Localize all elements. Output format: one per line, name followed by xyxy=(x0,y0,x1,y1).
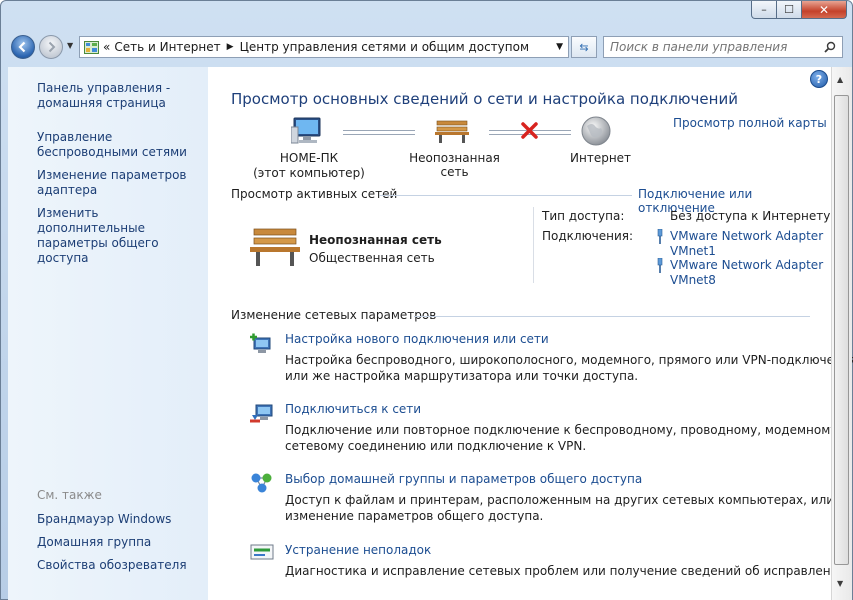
breadcrumb-network-internet[interactable]: Сеть и Интернет xyxy=(114,40,220,54)
connect-network-icon xyxy=(250,404,273,423)
help-icon: ? xyxy=(815,72,823,86)
vertical-divider xyxy=(533,207,534,283)
see-also-homegroup[interactable]: Домашняя группа xyxy=(37,535,205,550)
task-homegroup-desc-line1: Доступ к файлам и принтерам, расположенн… xyxy=(285,493,835,507)
adapter-connector-icon xyxy=(657,229,663,244)
scrollbar-thumb[interactable] xyxy=(834,95,849,565)
bench-large-icon xyxy=(250,228,300,266)
task-homegroup-link[interactable]: Выбор домашней группы и параметров общег… xyxy=(285,472,642,486)
homegroup-sharing-icon xyxy=(251,473,272,493)
maximize-button[interactable]: ☐ xyxy=(776,1,802,19)
sidebar: Панель управления - домашняя страница Уп… xyxy=(8,67,208,600)
connections-label: Подключения: xyxy=(542,229,634,243)
refresh-button[interactable]: ⇆ xyxy=(571,36,597,58)
search-icon[interactable] xyxy=(824,41,836,53)
main-panel: Просмотр основных сведений о сети и наст… xyxy=(208,67,853,600)
help-button[interactable]: ? xyxy=(810,70,828,88)
access-type-value: Без доступа к Интернету xyxy=(670,209,831,223)
task-new-connection-link[interactable]: Настройка нового подключения или сети xyxy=(285,332,549,346)
access-type-label: Тип доступа: xyxy=(542,209,625,223)
address-bar[interactable]: « Сеть и Интернет ▶ Центр управления сет… xyxy=(79,36,569,58)
recent-pages-dropdown[interactable]: ▼ xyxy=(67,41,73,50)
scroll-up-icon[interactable]: ▲ xyxy=(837,75,843,84)
sidebar-link-adapter-settings[interactable]: Изменение параметров адаптера xyxy=(37,168,205,198)
task-troubleshoot-description: Диагностика и исправление сетевых пробле… xyxy=(285,564,851,578)
see-also-internet-options[interactable]: Свойства обозревателя xyxy=(37,558,205,573)
adapter-connector-icon xyxy=(657,258,663,273)
navigation-bar: ▼ « Сеть и Интернет ▶ Центр управления с… xyxy=(1,31,852,65)
connection-vmnet8-line2: VMnet8 xyxy=(670,273,716,287)
arrow-right-icon xyxy=(48,41,56,53)
back-button[interactable] xyxy=(11,35,35,59)
address-dropdown-icon[interactable]: ▼ xyxy=(556,42,563,52)
sidebar-link-wireless-networks[interactable]: Управление беспроводными сетями xyxy=(37,130,205,160)
bench-icon[interactable] xyxy=(435,119,469,143)
control-panel-icon xyxy=(83,40,99,54)
troubleshoot-icon xyxy=(250,544,274,560)
new-connection-icon xyxy=(250,333,271,353)
minimize-icon: – xyxy=(761,3,767,16)
scroll-down-icon[interactable]: ▼ xyxy=(837,579,843,588)
connection-link-vmnet1[interactable]: VMware Network Adapter VMnet1 xyxy=(670,229,823,259)
connection-vmnet8-line1: VMware Network Adapter xyxy=(670,258,824,272)
task-new-connection-description: Настройка беспроводного, широкополосного… xyxy=(285,352,853,384)
breadcrumb-network-center[interactable]: Центр управления сетями и общим доступом xyxy=(240,40,529,54)
sidebar-link-control-panel-home[interactable]: Панель управления - домашняя страница xyxy=(37,81,205,111)
computer-icon[interactable] xyxy=(291,115,325,147)
change-settings-header: Изменение сетевых параметров xyxy=(231,308,437,322)
content-area: Панель управления - домашняя страница Уп… xyxy=(8,67,853,600)
search-input[interactable] xyxy=(604,39,820,55)
arrow-left-icon xyxy=(18,41,26,53)
internet-label: Интернет xyxy=(570,151,632,165)
task-connect-network-description: Подключение или повторное подключение к … xyxy=(285,422,837,454)
refresh-icon: ⇆ xyxy=(579,40,589,54)
task-troubleshoot-link[interactable]: Устранение неполадок xyxy=(285,543,431,557)
sidebar-link-advanced-sharing[interactable]: Изменить дополнительные параметры общего… xyxy=(37,206,205,266)
connection-line-computer-network xyxy=(343,130,415,135)
connection-vmnet1-line2: VMnet1 xyxy=(670,244,716,258)
computer-sublabel: (этот компьютер) xyxy=(253,166,365,180)
network-map-label: Неопознанная сеть xyxy=(409,151,500,179)
minimize-button[interactable]: – xyxy=(751,1,777,19)
no-connection-x-icon xyxy=(521,122,538,139)
see-also-label: См. также xyxy=(37,488,102,502)
task-homegroup-desc-line2: изменение параметров общего доступа. xyxy=(285,509,544,523)
connection-link-vmnet8[interactable]: VMware Network Adapter VMnet8 xyxy=(670,258,823,288)
task-new-connection-desc-line1: Настройка беспроводного, широкополосного… xyxy=(285,353,853,367)
breadcrumb-separator-icon[interactable]: ▶ xyxy=(227,42,234,52)
task-connect-network-desc-line1: Подключение или повторное подключение к … xyxy=(285,423,838,437)
title-bar: – ☐ ✕ xyxy=(1,1,852,29)
close-button[interactable]: ✕ xyxy=(801,1,847,19)
active-network-type[interactable]: Общественная сеть xyxy=(309,251,435,265)
close-icon: ✕ xyxy=(818,2,830,17)
page-title: Просмотр основных сведений о сети и наст… xyxy=(231,90,738,108)
vertical-scrollbar[interactable]: ▲ ▼ xyxy=(831,67,852,600)
full-map-link[interactable]: Просмотр полной карты xyxy=(673,116,827,130)
section-divider xyxy=(414,316,810,317)
maximize-icon: ☐ xyxy=(784,3,794,16)
connection-vmnet1-line1: VMware Network Adapter xyxy=(670,229,824,243)
breadcrumb-overflow[interactable]: « xyxy=(103,40,110,54)
task-connect-network-desc-line2: сетевому соединению или подключение к VP… xyxy=(285,439,587,453)
task-connect-network-link[interactable]: Подключиться к сети xyxy=(285,402,421,416)
see-also-firewall[interactable]: Брандмауэр Windows xyxy=(37,512,205,527)
computer-name: HOME-ПК xyxy=(279,151,339,165)
forward-button[interactable] xyxy=(39,35,63,59)
chevron-down-icon: ▼ xyxy=(67,41,74,50)
globe-icon[interactable] xyxy=(581,116,611,146)
window-controls: – ☐ ✕ xyxy=(751,1,847,19)
task-new-connection-desc-line2: или же настройка маршрутизатора или точк… xyxy=(285,369,639,383)
task-homegroup-description: Доступ к файлам и принтерам, расположенн… xyxy=(285,492,834,524)
section-divider xyxy=(379,195,632,196)
active-network-name: Неопознанная сеть xyxy=(309,233,442,247)
active-networks-header: Просмотр активных сетей xyxy=(231,187,398,201)
search-box[interactable] xyxy=(603,36,843,58)
